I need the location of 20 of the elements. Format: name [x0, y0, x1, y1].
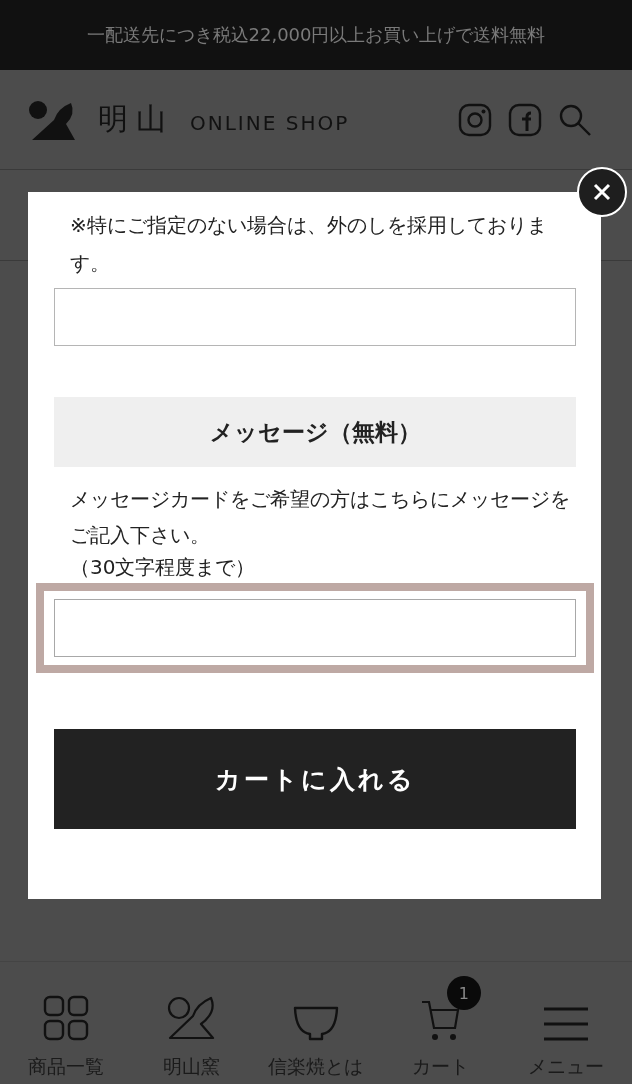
facebook-icon[interactable]	[508, 102, 542, 137]
cart-count-badge: 1	[446, 976, 481, 1010]
logo-name[interactable]: 明山	[98, 99, 174, 140]
cart-icon	[420, 998, 461, 1042]
message-instructions: メッセージカードをご希望の方はこちらにメッセージをご記入下さい。	[70, 486, 571, 549]
menu-icon	[541, 1006, 590, 1042]
logo-subtitle[interactable]: ONLINE SHOP	[190, 110, 350, 135]
character-limit-note: （30文字程度まで）	[70, 554, 257, 581]
message-field[interactable]	[36, 583, 594, 673]
section-heading: メッセージ（無料）	[54, 397, 576, 467]
add-to-cart-button[interactable]: カートに入れる	[54, 729, 576, 829]
close-icon	[592, 182, 612, 202]
grid-icon	[42, 994, 91, 1042]
logo-icon	[28, 99, 76, 140]
wrapping-note: ※特にご指定のない場合は、外のしを採用しております。	[70, 212, 548, 277]
logo-icon	[167, 994, 216, 1042]
instagram-icon[interactable]	[458, 102, 492, 137]
input-field[interactable]	[54, 288, 576, 346]
shipping-notice: 一配送先につき税込22,000円以上お買い上げで送料無料	[86, 23, 546, 47]
search-icon[interactable]	[558, 102, 592, 137]
